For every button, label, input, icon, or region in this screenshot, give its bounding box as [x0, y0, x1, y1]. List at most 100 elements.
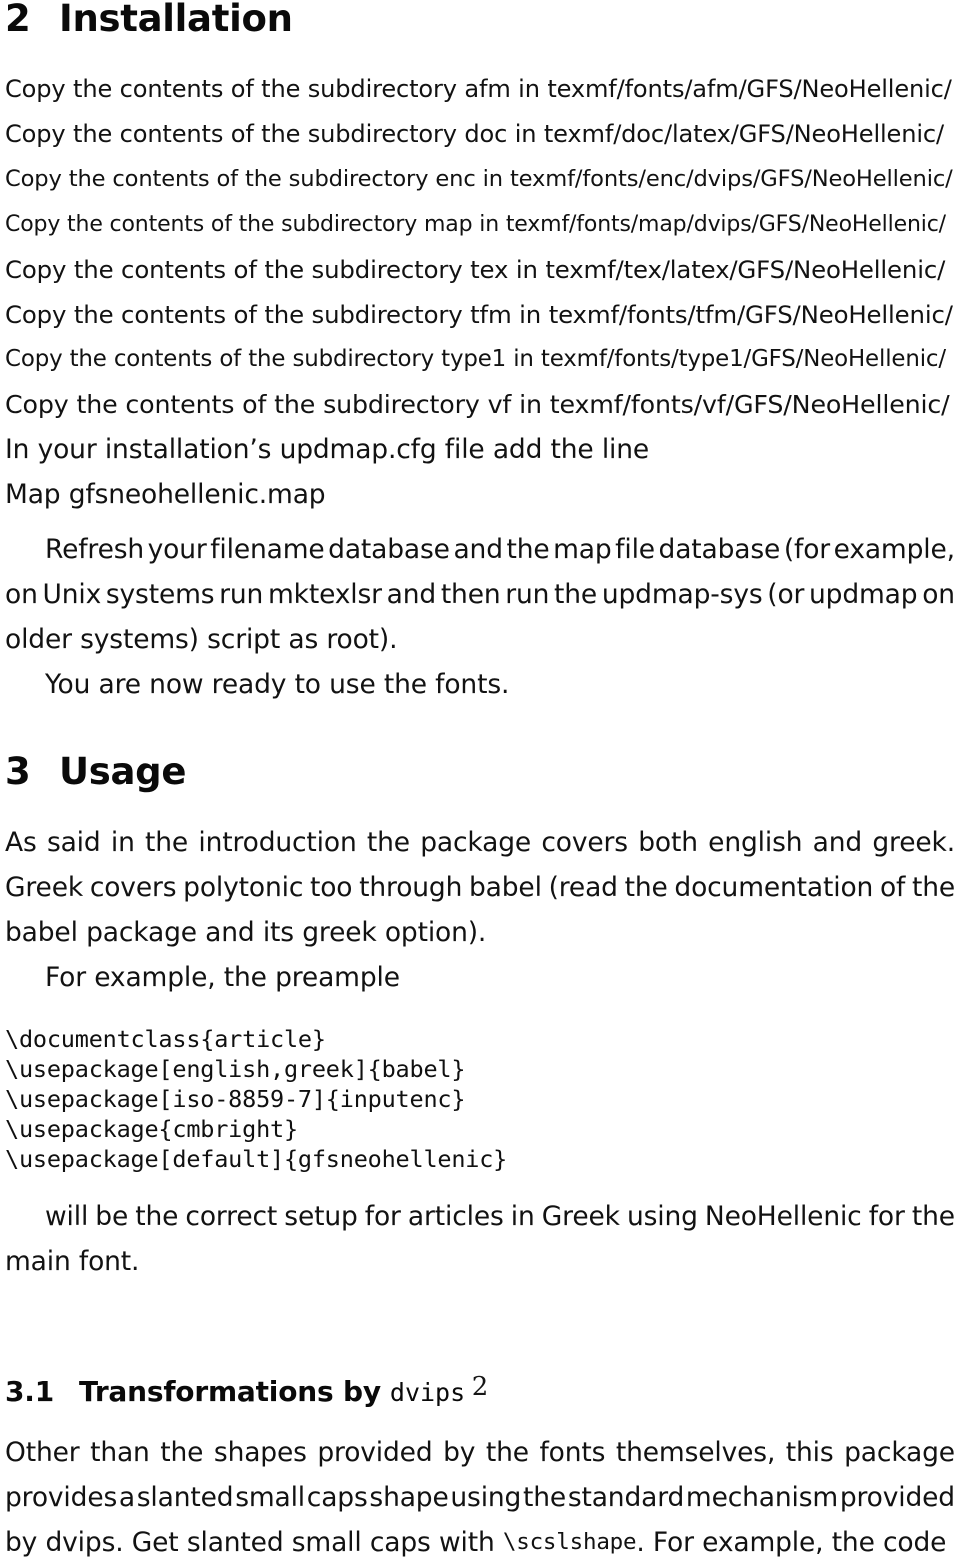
updmap-map-line: Map gfsneohellenic.map [5, 479, 326, 510]
word: be [95, 1201, 129, 1232]
transformations-text: Other than the shapes provided by the fonts them… [5, 1430, 955, 1475]
usage-intro-text: babel package and its greek option). [5, 917, 487, 948]
word: for [868, 1201, 905, 1232]
transformations-text: provides a slanted small caps shape using the st… [5, 1475, 955, 1520]
word: updmap [809, 579, 918, 610]
word: map [553, 534, 612, 565]
word: using [626, 1201, 698, 1232]
word: Other [5, 1437, 80, 1468]
word: on [922, 579, 955, 610]
refresh-paragraph-line: Refresh your filename database and the map file… [5, 527, 955, 572]
word: run [219, 579, 264, 610]
latex-preamble-code-block: \documentclass{article} \usepackage[engl… [5, 1024, 955, 1174]
word: and [812, 827, 863, 858]
install-copy-line: Copy the contents of the subdirectory vf… [5, 390, 950, 419]
word: in [110, 827, 135, 858]
word: example, [833, 534, 955, 565]
word: will [45, 1201, 89, 1232]
word: this [785, 1437, 834, 1468]
word: provided [317, 1437, 433, 1468]
transformations-paragraph-line: Other than the shapes provided by the fonts them… [5, 1430, 955, 1475]
word: then [440, 579, 501, 610]
word: polytonic [183, 872, 304, 903]
inline-code-scslshape: \scslshape [502, 1529, 637, 1555]
word: the [624, 872, 668, 903]
word: greek. [872, 827, 955, 858]
word: documentation [674, 872, 874, 903]
word: both [638, 827, 698, 858]
word: Unix [42, 579, 102, 610]
transformations-text: by dvips. Get slanted small caps with [5, 1527, 503, 1558]
transformations-text-tail: . For example, the code [636, 1527, 947, 1558]
after-code-text: main font. [5, 1246, 140, 1277]
word: database [328, 534, 450, 565]
word: run [505, 579, 550, 610]
install-copy-line: Copy the contents of the subdirectory do… [5, 120, 944, 148]
code-line: \documentclass{article} [5, 1025, 326, 1053]
word: filename [210, 534, 325, 565]
after-code-text: will be the correct setup for articles in Greek u… [45, 1194, 955, 1239]
refresh-paragraph-line: on Unix systems run mktexlsr and then run the upd… [5, 572, 955, 617]
install-copy-line: Copy the contents of the subdirectory af… [5, 75, 952, 103]
section-title: Installation [59, 0, 293, 40]
for-example-text: For example, the preample [45, 962, 400, 993]
refresh-paragraph-text: Refresh your filename database and the map file… [45, 527, 955, 572]
word: a [118, 1482, 135, 1513]
usage-intro-line: As said in the introduction the package covers b… [5, 820, 955, 865]
word: themselves, [615, 1437, 776, 1468]
word: Greek [5, 872, 84, 903]
word: updmap-sys [601, 579, 763, 610]
word: and [386, 579, 437, 610]
word: covers [541, 827, 628, 858]
word: covers [89, 872, 177, 903]
word: setup [284, 1201, 358, 1232]
word: the [911, 872, 955, 903]
page-number: 2 [471, 1372, 489, 1402]
word: babel [468, 872, 542, 903]
word: introduction [198, 827, 357, 858]
word: standard [567, 1482, 685, 1513]
install-copy-line: Copy the contents of the subdirectory en… [5, 166, 953, 192]
section-number: 2 [5, 0, 31, 40]
word: mechanism [685, 1482, 839, 1513]
for-example-line: For example, the preample [5, 955, 955, 1000]
word: through [359, 872, 463, 903]
ready-line: You are now ready to use the fonts. [5, 662, 955, 707]
usage-intro-text: Greek covers polytonic too through babel (read… [5, 865, 955, 910]
install-copy-line: Copy the contents of the subdirectory ma… [5, 212, 946, 237]
usage-intro-line: babel package and its greek option). [5, 910, 955, 955]
section-heading-installation: 2 Installation [5, 0, 955, 37]
refresh-paragraph-text: on Unix systems run mktexlsr and then run the upd… [5, 572, 955, 617]
transformations-paragraph-line: provides a slanted small caps shape using the st… [5, 1475, 955, 1520]
word: small [235, 1482, 306, 1513]
after-code-line: will be the correct setup for articles in Greek u… [5, 1194, 955, 1239]
transformations-paragraph-line: by dvips. Get slanted small caps with \s… [5, 1520, 955, 1565]
install-copy-line: Copy the contents of the subdirectory tf… [5, 300, 953, 329]
word: for [364, 1201, 401, 1232]
section-title: Usage [59, 750, 187, 793]
word: fonts [539, 1437, 606, 1468]
word: slanted [136, 1482, 234, 1513]
word: database [658, 534, 781, 565]
word: than [90, 1437, 150, 1468]
refresh-paragraph-line: older systems) script as root). [5, 617, 955, 662]
word: provided [839, 1482, 955, 1513]
word: and [453, 534, 503, 565]
word: the [160, 1437, 204, 1468]
word: the [366, 827, 410, 858]
install-copy-line: Copy the contents of the subdirectory te… [5, 255, 946, 284]
word: mktexlsr [267, 579, 382, 610]
word: Greek [541, 1201, 620, 1232]
word: package [420, 827, 532, 858]
section-heading-usage: 3 Usage [5, 753, 955, 790]
word: the [554, 579, 598, 610]
document-page: 2 Installation Copy the contents of the … [0, 0, 960, 1558]
word: the [911, 1201, 955, 1232]
